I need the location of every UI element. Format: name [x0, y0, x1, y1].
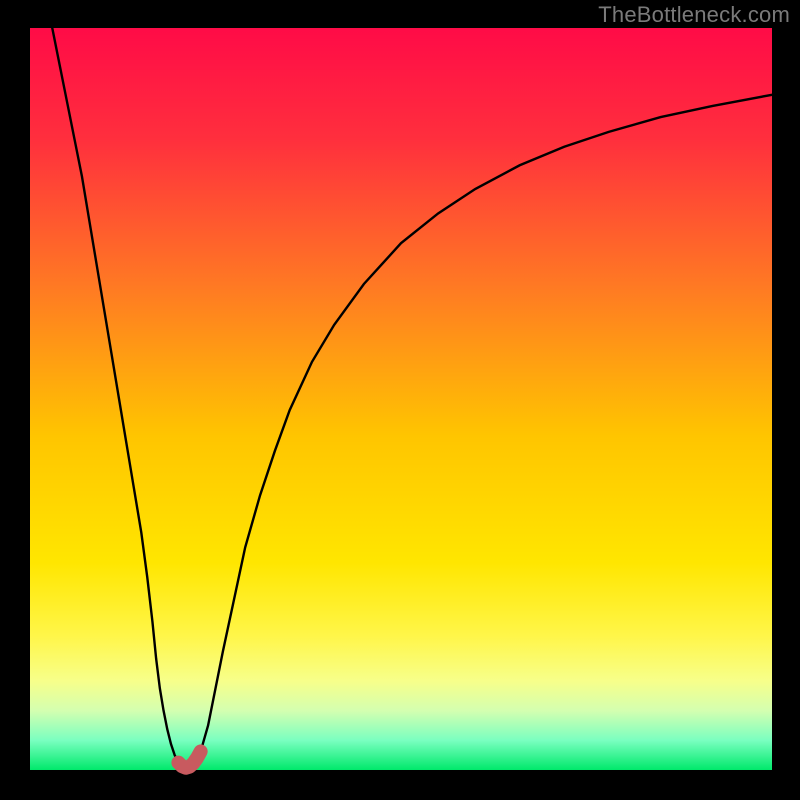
watermark-text: TheBottleneck.com	[598, 2, 790, 28]
plot-background	[30, 28, 772, 770]
bottleneck-chart	[0, 0, 800, 800]
chart-frame: TheBottleneck.com	[0, 0, 800, 800]
